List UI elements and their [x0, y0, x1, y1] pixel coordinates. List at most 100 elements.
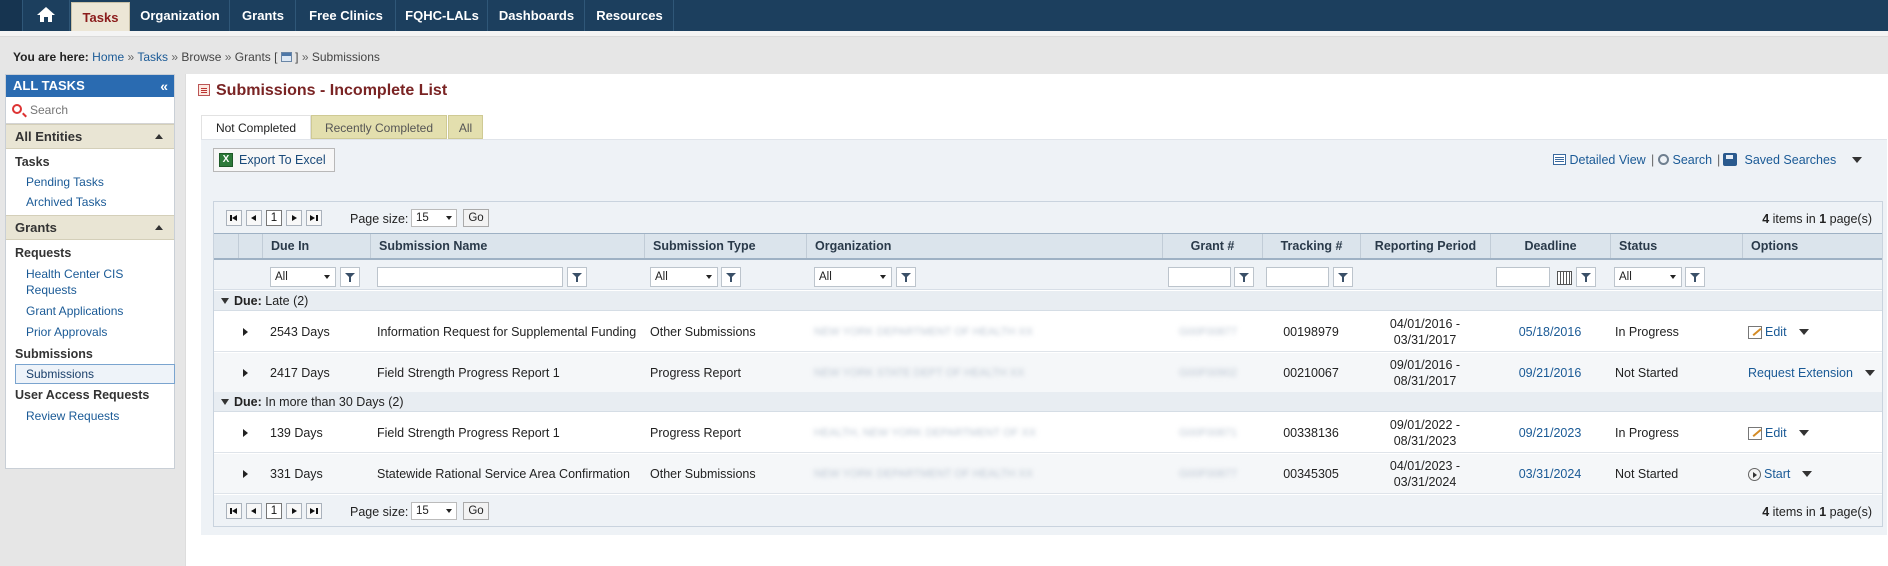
- sidebar-item-review-requests[interactable]: Review Requests: [6, 406, 174, 426]
- collapse-group-icon[interactable]: [221, 399, 229, 405]
- expand-row-icon[interactable]: [243, 470, 248, 478]
- tracking-filter-input[interactable]: [1266, 267, 1329, 287]
- sidebar-item-submissions[interactable]: Submissions: [15, 364, 175, 384]
- sidebar-group-all-entities[interactable]: All Entities: [6, 124, 174, 149]
- cell-deadline[interactable]: 09/21/2016: [1490, 353, 1610, 393]
- collapse-group-icon[interactable]: [221, 298, 229, 304]
- sidebar-item-health-center-cis[interactable]: Health Center CIS: [6, 262, 174, 282]
- detailed-view-link[interactable]: Detailed View: [1553, 153, 1646, 169]
- filter-icon[interactable]: [1333, 267, 1353, 287]
- filter-icon[interactable]: [567, 267, 587, 287]
- header-due-in[interactable]: Due In: [262, 234, 370, 258]
- page-number[interactable]: 1: [266, 503, 282, 519]
- prev-page-button[interactable]: [246, 503, 262, 519]
- next-page-button[interactable]: [286, 210, 302, 226]
- calendar-icon[interactable]: [1554, 267, 1574, 287]
- sidebar-item-pending-tasks[interactable]: Pending Tasks: [6, 171, 174, 193]
- nav-home[interactable]: [22, 0, 70, 31]
- status-filter-select[interactable]: All: [1614, 267, 1682, 287]
- header-tracking[interactable]: Tracking #: [1262, 234, 1360, 258]
- nav-grants[interactable]: Grants: [231, 0, 296, 31]
- search-link[interactable]: Search: [1658, 153, 1712, 169]
- nav-resources[interactable]: Resources: [586, 0, 674, 31]
- nav-organization[interactable]: Organization: [131, 0, 230, 31]
- cell-deadline[interactable]: 09/21/2023: [1490, 413, 1610, 453]
- collapse-icon[interactable]: «: [160, 75, 168, 97]
- cell-options[interactable]: Request Extension: [1748, 353, 1875, 393]
- sidebar-item-grant-applications[interactable]: Grant Applications: [6, 302, 174, 324]
- cell-options[interactable]: Edit: [1748, 312, 1809, 352]
- cell-deadline[interactable]: 03/31/2024: [1490, 454, 1610, 494]
- organization-filter-select[interactable]: All: [814, 267, 892, 287]
- nav-tasks[interactable]: Tasks: [71, 2, 130, 31]
- chevron-down-icon[interactable]: [1864, 370, 1875, 376]
- breadcrumb-home[interactable]: Home: [92, 50, 124, 64]
- header-reporting-period[interactable]: Reporting Period: [1360, 234, 1490, 258]
- excel-icon: X: [219, 153, 233, 167]
- expand-row-icon[interactable]: [243, 369, 248, 377]
- sidebar-item-archived-tasks[interactable]: Archived Tasks: [6, 193, 174, 215]
- prev-page-button[interactable]: [246, 210, 262, 226]
- chevron-down-icon[interactable]: [1798, 430, 1809, 436]
- group-due-late[interactable]: Due: Late (2): [214, 291, 1882, 311]
- submission-name-filter-input[interactable]: [377, 267, 563, 287]
- expand-row-icon[interactable]: [243, 328, 248, 336]
- header-grant[interactable]: Grant #: [1162, 234, 1262, 258]
- cell-submission-name: Field Strength Progress Report 1: [377, 426, 560, 440]
- submission-type-filter-select[interactable]: All: [650, 267, 718, 287]
- first-page-button[interactable]: [226, 503, 242, 519]
- tab-recently-completed[interactable]: Recently Completed: [311, 115, 447, 139]
- saved-searches-link[interactable]: Saved Searches: [1723, 153, 1862, 169]
- filter-icon[interactable]: [1576, 267, 1596, 287]
- go-button[interactable]: Go: [463, 209, 489, 227]
- cell-options[interactable]: Start: [1748, 454, 1813, 494]
- cell-deadline[interactable]: 05/18/2016: [1490, 312, 1610, 352]
- export-excel-button[interactable]: X Export To Excel: [213, 148, 335, 172]
- grid-icon: [1553, 154, 1566, 165]
- header-deadline[interactable]: Deadline: [1490, 234, 1610, 258]
- chevron-down-icon[interactable]: [1798, 329, 1809, 335]
- submissions-grid: 1 Page size: 15 Go 4 items in 1 page(s) …: [213, 201, 1883, 527]
- deadline-filter-input[interactable]: [1496, 267, 1550, 287]
- header-organization[interactable]: Organization: [806, 234, 1162, 258]
- tab-all[interactable]: All: [448, 115, 483, 139]
- header-submission-type[interactable]: Submission Type: [644, 234, 806, 258]
- request-extension-link[interactable]: Request Extension: [1748, 366, 1853, 380]
- due-in-filter-select[interactable]: All: [270, 267, 336, 287]
- filter-icon[interactable]: [340, 267, 360, 287]
- table-row[interactable]: 139 Days Field Strength Progress Report …: [214, 413, 1882, 453]
- table-row[interactable]: 331 Days Statewide Rational Service Area…: [214, 454, 1882, 494]
- page-size-select[interactable]: 15: [411, 502, 457, 520]
- next-page-button[interactable]: [286, 503, 302, 519]
- last-page-button[interactable]: [306, 210, 322, 226]
- filter-icon[interactable]: [896, 267, 916, 287]
- breadcrumb-tasks[interactable]: Tasks: [137, 50, 168, 64]
- chevron-down-icon[interactable]: [1851, 157, 1862, 163]
- tab-not-completed[interactable]: Not Completed: [201, 115, 311, 139]
- sidebar-search-input[interactable]: [30, 101, 170, 119]
- go-button[interactable]: Go: [463, 502, 489, 520]
- group-due-future[interactable]: Due: In more than 30 Days (2): [214, 392, 1882, 412]
- table-row[interactable]: 2417 Days Field Strength Progress Report…: [214, 353, 1882, 393]
- sidebar-item-prior-approvals[interactable]: Prior Approvals: [6, 324, 174, 344]
- grant-filter-input[interactable]: [1168, 267, 1231, 287]
- filter-icon[interactable]: [1234, 267, 1254, 287]
- header-status[interactable]: Status: [1610, 234, 1742, 258]
- cell-options[interactable]: Edit: [1748, 413, 1809, 453]
- sidebar-item-health-center-cis-2[interactable]: Requests: [6, 282, 174, 302]
- last-page-button[interactable]: [306, 503, 322, 519]
- nav-dashboards[interactable]: Dashboards: [489, 0, 585, 31]
- page-size-select[interactable]: 15: [411, 209, 457, 227]
- first-page-button[interactable]: [226, 210, 242, 226]
- page-number[interactable]: 1: [266, 210, 282, 226]
- filter-icon[interactable]: [721, 267, 741, 287]
- nav-free-clinics[interactable]: Free Clinics: [297, 0, 396, 31]
- table-row[interactable]: 2543 Days Information Request for Supple…: [214, 312, 1882, 352]
- sidebar-group-grants[interactable]: Grants: [6, 215, 174, 240]
- calendar-icon[interactable]: [280, 52, 292, 62]
- nav-fqhc-lals[interactable]: FQHC-LALs: [397, 0, 488, 31]
- filter-icon[interactable]: [1685, 267, 1705, 287]
- header-submission-name[interactable]: Submission Name: [370, 234, 644, 258]
- expand-row-icon[interactable]: [243, 429, 248, 437]
- chevron-down-icon[interactable]: [1802, 471, 1813, 477]
